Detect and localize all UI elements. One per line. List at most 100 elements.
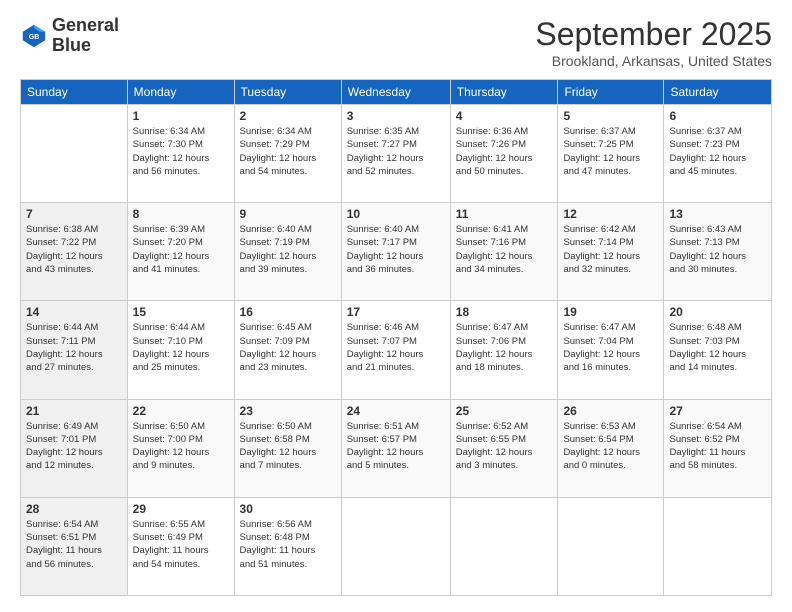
calendar-cell [21, 105, 128, 203]
calendar-cell: 23 Sunrise: 6:50 AM Sunset: 6:58 PM Dayli… [234, 399, 341, 497]
day-number: 19 [563, 305, 658, 319]
day-number: 9 [240, 207, 336, 221]
logo-line2: Blue [52, 36, 119, 56]
day-info: Sunrise: 6:36 AM Sunset: 7:26 PM Dayligh… [456, 125, 553, 178]
calendar-week-3: 14 Sunrise: 6:44 AM Sunset: 7:11 PM Dayli… [21, 301, 772, 399]
logo: GB General Blue [20, 16, 119, 56]
day-number: 30 [240, 502, 336, 516]
calendar-cell: 17 Sunrise: 6:46 AM Sunset: 7:07 PM Dayli… [341, 301, 450, 399]
day-info: Sunrise: 6:47 AM Sunset: 7:04 PM Dayligh… [563, 321, 658, 374]
day-number: 23 [240, 404, 336, 418]
day-number: 21 [26, 404, 122, 418]
calendar-cell: 7Sunrise: 6:38 AM Sunset: 7:22 PM Daylig… [21, 203, 128, 301]
day-info: Sunrise: 6:38 AM Sunset: 7:22 PM Dayligh… [26, 223, 122, 276]
day-info: Sunrise: 6:40 AM Sunset: 7:17 PM Dayligh… [347, 223, 445, 276]
calendar-week-2: 7Sunrise: 6:38 AM Sunset: 7:22 PM Daylig… [21, 203, 772, 301]
day-info: Sunrise: 6:55 AM Sunset: 6:49 PM Dayligh… [133, 518, 229, 571]
day-number: 2 [240, 109, 336, 123]
calendar-cell: 22 Sunrise: 6:50 AM Sunset: 7:00 PM Dayli… [127, 399, 234, 497]
day-number: 11 [456, 207, 553, 221]
calendar-cell: 2 Sunrise: 6:34 AM Sunset: 7:29 PM Daylig… [234, 105, 341, 203]
calendar-header-row: SundayMondayTuesdayWednesdayThursdayFrid… [21, 80, 772, 105]
calendar-cell: 14 Sunrise: 6:44 AM Sunset: 7:11 PM Dayli… [21, 301, 128, 399]
calendar-week-1: 1Sunrise: 6:34 AM Sunset: 7:30 PM Daylig… [21, 105, 772, 203]
day-info: Sunrise: 6:35 AM Sunset: 7:27 PM Dayligh… [347, 125, 445, 178]
calendar-header-monday: Monday [127, 80, 234, 105]
calendar-cell: 5 Sunrise: 6:37 AM Sunset: 7:25 PM Daylig… [558, 105, 664, 203]
day-info: Sunrise: 6:53 AM Sunset: 6:54 PM Dayligh… [563, 420, 658, 473]
day-number: 17 [347, 305, 445, 319]
day-number: 18 [456, 305, 553, 319]
calendar-cell: 26 Sunrise: 6:53 AM Sunset: 6:54 PM Dayli… [558, 399, 664, 497]
day-number: 5 [563, 109, 658, 123]
calendar-cell [450, 497, 558, 595]
calendar-cell: 11 Sunrise: 6:41 AM Sunset: 7:16 PM Dayli… [450, 203, 558, 301]
day-number: 22 [133, 404, 229, 418]
header: GB General Blue September 2025 Brookland… [20, 16, 772, 69]
calendar-cell: 30 Sunrise: 6:56 AM Sunset: 6:48 PM Dayli… [234, 497, 341, 595]
logo-icon: GB [20, 22, 48, 50]
day-info: Sunrise: 6:39 AM Sunset: 7:20 PM Dayligh… [133, 223, 229, 276]
day-info: Sunrise: 6:50 AM Sunset: 6:58 PM Dayligh… [240, 420, 336, 473]
calendar-cell: 3 Sunrise: 6:35 AM Sunset: 7:27 PM Daylig… [341, 105, 450, 203]
day-info: Sunrise: 6:40 AM Sunset: 7:19 PM Dayligh… [240, 223, 336, 276]
day-number: 27 [669, 404, 766, 418]
calendar-cell: 4Sunrise: 6:36 AM Sunset: 7:26 PM Daylig… [450, 105, 558, 203]
title-block: September 2025 Brookland, Arkansas, Unit… [535, 16, 772, 69]
day-number: 1 [133, 109, 229, 123]
calendar-cell: 18 Sunrise: 6:47 AM Sunset: 7:06 PM Dayli… [450, 301, 558, 399]
logo-line1: General [52, 16, 119, 36]
calendar-cell: 24Sunrise: 6:51 AM Sunset: 6:57 PM Dayli… [341, 399, 450, 497]
day-number: 3 [347, 109, 445, 123]
day-info: Sunrise: 6:44 AM Sunset: 7:11 PM Dayligh… [26, 321, 122, 374]
calendar-cell: 12Sunrise: 6:42 AM Sunset: 7:14 PM Dayli… [558, 203, 664, 301]
day-info: Sunrise: 6:47 AM Sunset: 7:06 PM Dayligh… [456, 321, 553, 374]
calendar-cell: 21Sunrise: 6:49 AM Sunset: 7:01 PM Dayli… [21, 399, 128, 497]
calendar-header-saturday: Saturday [664, 80, 772, 105]
calendar-cell: 6Sunrise: 6:37 AM Sunset: 7:23 PM Daylig… [664, 105, 772, 203]
calendar-cell [558, 497, 664, 595]
calendar-cell: 20Sunrise: 6:48 AM Sunset: 7:03 PM Dayli… [664, 301, 772, 399]
day-number: 12 [563, 207, 658, 221]
calendar-cell: 16 Sunrise: 6:45 AM Sunset: 7:09 PM Dayli… [234, 301, 341, 399]
day-info: Sunrise: 6:50 AM Sunset: 7:00 PM Dayligh… [133, 420, 229, 473]
day-number: 29 [133, 502, 229, 516]
day-info: Sunrise: 6:34 AM Sunset: 7:29 PM Dayligh… [240, 125, 336, 178]
calendar-header-sunday: Sunday [21, 80, 128, 105]
calendar-cell: 25Sunrise: 6:52 AM Sunset: 6:55 PM Dayli… [450, 399, 558, 497]
calendar-cell: 13 Sunrise: 6:43 AM Sunset: 7:13 PM Dayli… [664, 203, 772, 301]
calendar-cell: 28 Sunrise: 6:54 AM Sunset: 6:51 PM Dayli… [21, 497, 128, 595]
logo-text: General Blue [52, 16, 119, 56]
calendar-cell: 29 Sunrise: 6:55 AM Sunset: 6:49 PM Dayli… [127, 497, 234, 595]
calendar-cell: 1Sunrise: 6:34 AM Sunset: 7:30 PM Daylig… [127, 105, 234, 203]
day-info: Sunrise: 6:44 AM Sunset: 7:10 PM Dayligh… [133, 321, 229, 374]
day-number: 8 [133, 207, 229, 221]
day-info: Sunrise: 6:41 AM Sunset: 7:16 PM Dayligh… [456, 223, 553, 276]
day-number: 14 [26, 305, 122, 319]
day-number: 10 [347, 207, 445, 221]
day-info: Sunrise: 6:43 AM Sunset: 7:13 PM Dayligh… [669, 223, 766, 276]
calendar-header-friday: Friday [558, 80, 664, 105]
calendar-cell: 8 Sunrise: 6:39 AM Sunset: 7:20 PM Daylig… [127, 203, 234, 301]
calendar-cell: 27Sunrise: 6:54 AM Sunset: 6:52 PM Dayli… [664, 399, 772, 497]
calendar-table: SundayMondayTuesdayWednesdayThursdayFrid… [20, 79, 772, 596]
calendar-cell [341, 497, 450, 595]
location: Brookland, Arkansas, United States [535, 53, 772, 69]
day-info: Sunrise: 6:46 AM Sunset: 7:07 PM Dayligh… [347, 321, 445, 374]
svg-text:GB: GB [29, 34, 40, 41]
calendar-cell: 15 Sunrise: 6:44 AM Sunset: 7:10 PM Dayli… [127, 301, 234, 399]
calendar-header-thursday: Thursday [450, 80, 558, 105]
day-info: Sunrise: 6:45 AM Sunset: 7:09 PM Dayligh… [240, 321, 336, 374]
day-number: 28 [26, 502, 122, 516]
day-number: 26 [563, 404, 658, 418]
day-number: 15 [133, 305, 229, 319]
day-info: Sunrise: 6:48 AM Sunset: 7:03 PM Dayligh… [669, 321, 766, 374]
calendar-cell [664, 497, 772, 595]
day-info: Sunrise: 6:54 AM Sunset: 6:51 PM Dayligh… [26, 518, 122, 571]
day-info: Sunrise: 6:37 AM Sunset: 7:25 PM Dayligh… [563, 125, 658, 178]
day-number: 13 [669, 207, 766, 221]
calendar-cell: 9 Sunrise: 6:40 AM Sunset: 7:19 PM Daylig… [234, 203, 341, 301]
day-info: Sunrise: 6:56 AM Sunset: 6:48 PM Dayligh… [240, 518, 336, 571]
day-number: 16 [240, 305, 336, 319]
day-info: Sunrise: 6:51 AM Sunset: 6:57 PM Dayligh… [347, 420, 445, 473]
